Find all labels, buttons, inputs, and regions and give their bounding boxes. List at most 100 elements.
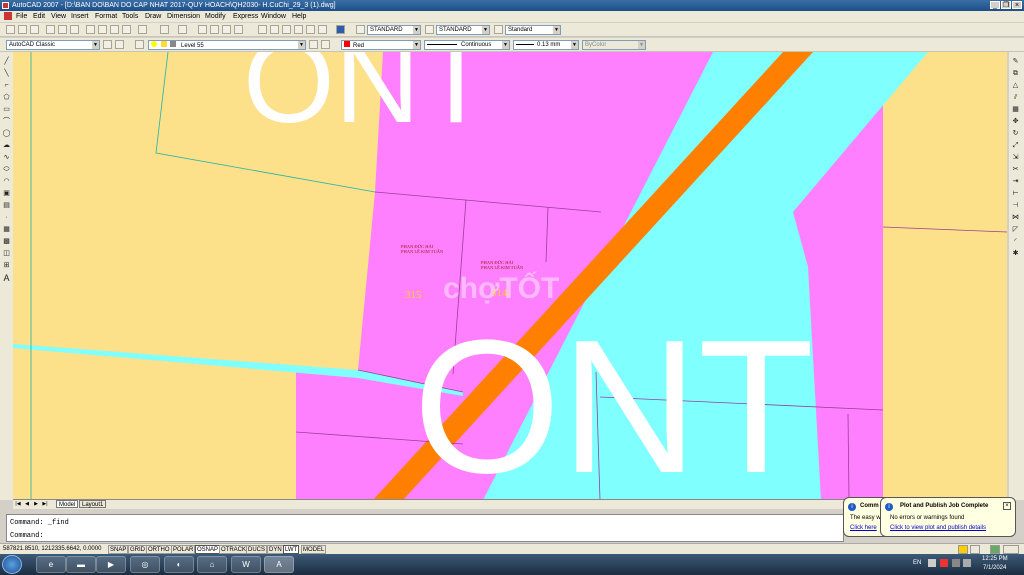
arc-icon[interactable]: ⌒ xyxy=(2,118,11,126)
my-workspace-icon[interactable] xyxy=(115,40,124,49)
language-indicator[interactable]: EN xyxy=(913,560,921,566)
erase-icon[interactable]: ✎ xyxy=(1011,58,1020,66)
tool-palettes-icon[interactable] xyxy=(282,25,291,34)
pan-icon[interactable] xyxy=(198,25,207,34)
polyline-icon[interactable]: ⌐ xyxy=(2,82,11,90)
open-icon[interactable] xyxy=(18,25,27,34)
first-tab-icon[interactable]: |◀ xyxy=(15,501,21,507)
ortho-toggle[interactable]: ORTHO xyxy=(146,545,172,554)
ellipse-icon[interactable]: ⬭ xyxy=(2,166,11,174)
menu-edit[interactable]: Edit xyxy=(33,12,45,21)
line-icon[interactable]: ╱ xyxy=(2,58,11,66)
stretch-icon[interactable]: ⇲ xyxy=(1011,154,1020,162)
command-prompt[interactable]: Command: xyxy=(10,532,44,540)
menu-window[interactable]: Window xyxy=(261,12,286,21)
save-icon[interactable] xyxy=(30,25,39,34)
markup-icon[interactable] xyxy=(306,25,315,34)
otrack-toggle[interactable]: OTRACK xyxy=(219,545,249,554)
preview-icon[interactable] xyxy=(58,25,67,34)
tray-icon[interactable] xyxy=(928,559,936,567)
clean-screen-icon[interactable] xyxy=(1003,545,1019,554)
word-icon[interactable]: W xyxy=(231,556,261,573)
text-style-select[interactable]: STANDARD ▼ xyxy=(367,25,421,35)
color-select[interactable]: Red ▼ xyxy=(341,40,421,50)
zoom-previous-icon[interactable] xyxy=(234,25,243,34)
rectangle-icon[interactable]: ▭ xyxy=(2,106,11,114)
spline-icon[interactable]: ∿ xyxy=(2,154,11,162)
minimize-button[interactable]: _ xyxy=(990,1,1000,9)
menu-help[interactable]: Help xyxy=(292,12,306,21)
app-icon[interactable]: ⌂ xyxy=(197,556,227,573)
next-tab-icon[interactable]: ▶ xyxy=(33,501,39,507)
lock-icon[interactable] xyxy=(970,545,980,554)
table-style-icon[interactable] xyxy=(494,25,503,34)
fillet-icon[interactable]: ◜ xyxy=(1011,238,1020,246)
menu-format[interactable]: Format xyxy=(95,12,117,21)
dim-style-select[interactable]: STANDARD ▼ xyxy=(436,25,490,35)
scale-icon[interactable]: ⤢ xyxy=(1011,142,1020,150)
design-center-icon[interactable] xyxy=(270,25,279,34)
clock-time[interactable]: 12:25 PM xyxy=(982,556,1008,562)
drawing-canvas[interactable]: ONT ONT PHAN ĐỨC HẢI PHAN LÊ KIM TUẤN PH… xyxy=(13,52,1007,500)
break-at-point-icon[interactable]: ⊢ xyxy=(1011,190,1020,198)
menu-dimension[interactable]: Dimension xyxy=(167,12,200,21)
dyn-toggle[interactable]: DYN xyxy=(267,545,284,554)
make-block-icon[interactable]: ▤ xyxy=(2,202,11,210)
polar-toggle[interactable]: POLAR xyxy=(171,545,196,554)
extend-icon[interactable]: ⇥ xyxy=(1011,178,1020,186)
explode-icon[interactable]: ✱ xyxy=(1011,250,1020,258)
publish-icon[interactable] xyxy=(70,25,79,34)
plotstyle-select[interactable]: ByColor ▼ xyxy=(582,40,646,50)
zoom-realtime-icon[interactable] xyxy=(210,25,219,34)
help-icon[interactable] xyxy=(336,25,345,34)
zoom-window-icon[interactable] xyxy=(222,25,231,34)
linetype-select[interactable]: Continuous ▼ xyxy=(424,40,510,50)
cut-icon[interactable] xyxy=(86,25,95,34)
network-icon[interactable] xyxy=(952,559,960,567)
autocad-app-icon[interactable] xyxy=(2,2,9,9)
polygon-icon[interactable]: ⬠ xyxy=(2,94,11,102)
rotate-icon[interactable]: ↻ xyxy=(1011,130,1020,138)
workspace-select[interactable]: AutoCAD Classic ▼ xyxy=(6,40,100,50)
start-button[interactable] xyxy=(2,555,22,574)
workspace-settings-icon[interactable] xyxy=(103,40,112,49)
menu-view[interactable]: View xyxy=(51,12,66,21)
menu-modify[interactable]: Modify xyxy=(205,12,226,21)
communication-balloon-link[interactable]: Click here xyxy=(850,525,877,531)
ie-icon[interactable]: e xyxy=(36,556,66,573)
menu-express[interactable]: Express xyxy=(233,12,258,21)
close-button[interactable]: × xyxy=(1012,1,1022,9)
balloon-link[interactable]: Click to view plot and publish details xyxy=(890,525,986,531)
layer-select[interactable]: Level 55 ▼ xyxy=(148,40,306,50)
document-icon[interactable] xyxy=(4,12,12,20)
break-icon[interactable]: ⊣ xyxy=(1011,202,1020,210)
move-icon[interactable]: ✥ xyxy=(1011,118,1020,126)
match-properties-icon[interactable] xyxy=(122,25,131,34)
copy-object-icon[interactable]: ⧉ xyxy=(1011,70,1020,78)
redo-icon[interactable] xyxy=(178,25,187,34)
table-icon[interactable]: ⊞ xyxy=(2,262,11,270)
ducs-toggle[interactable]: DUCS xyxy=(246,545,268,554)
quickcalc-icon[interactable] xyxy=(318,25,327,34)
spotify-icon[interactable]: ◐ xyxy=(164,556,194,573)
new-icon[interactable] xyxy=(6,25,15,34)
ellipse-arc-icon[interactable]: ◠ xyxy=(2,178,11,186)
menu-draw[interactable]: Draw xyxy=(145,12,161,21)
menu-insert[interactable]: Insert xyxy=(71,12,89,21)
antivirus-icon[interactable] xyxy=(940,559,948,567)
communication-center-icon[interactable] xyxy=(958,545,968,554)
tab-model[interactable]: Model xyxy=(56,500,79,508)
layer-properties-icon[interactable] xyxy=(135,40,144,49)
command-window[interactable]: Command: _find Command: xyxy=(6,514,844,542)
block-editor-icon[interactable] xyxy=(138,25,147,34)
dim-style-icon[interactable] xyxy=(425,25,434,34)
lwt-toggle[interactable]: LWT xyxy=(283,545,300,554)
mirror-icon[interactable]: △ xyxy=(1011,82,1020,90)
folder-icon[interactable]: ▬ xyxy=(66,556,96,573)
close-icon[interactable]: × xyxy=(1003,502,1011,510)
menu-file[interactable]: File xyxy=(16,12,27,21)
model-toggle[interactable]: MODEL xyxy=(301,545,327,554)
paste-icon[interactable] xyxy=(110,25,119,34)
plot-icon[interactable] xyxy=(46,25,55,34)
last-tab-icon[interactable]: ▶| xyxy=(42,501,48,507)
